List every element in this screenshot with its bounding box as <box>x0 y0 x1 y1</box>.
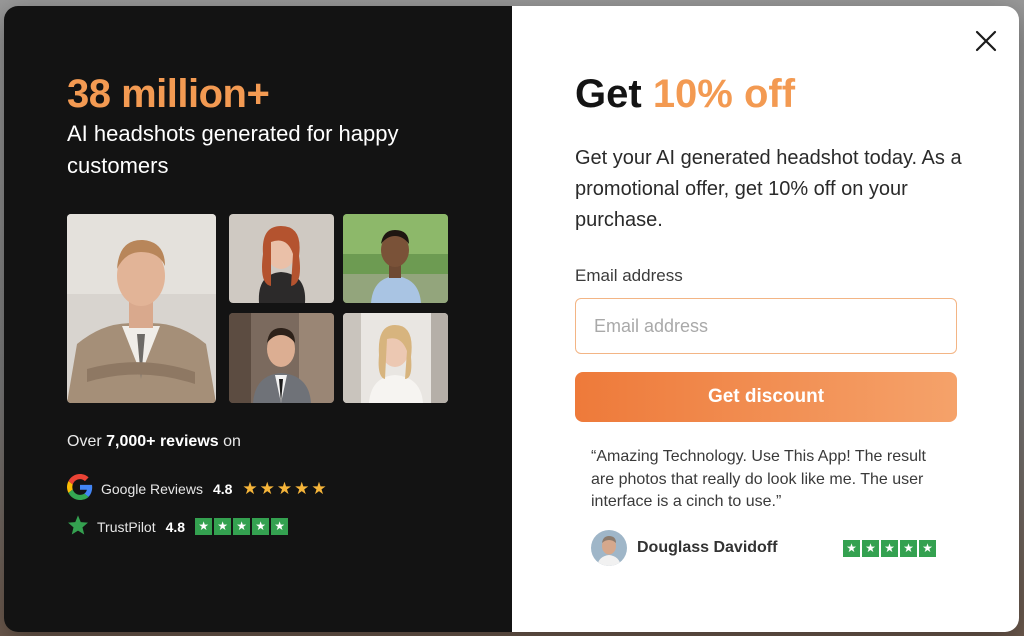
headshot-photo-woman-red-hair <box>229 214 334 303</box>
offer-title-accent: 10% off <box>652 72 796 116</box>
reviews-suffix: on <box>223 433 241 450</box>
google-reviews-label: Google Reviews <box>101 480 203 497</box>
reviews-prefix: Over <box>67 433 102 450</box>
testimonial-star-2: ★ <box>862 540 879 557</box>
stat-headline: 38 million+ <box>67 72 270 116</box>
offer-title: Get 10% off <box>575 72 795 117</box>
close-button[interactable] <box>973 28 999 54</box>
author-name: Douglass Davidoff <box>637 539 778 556</box>
testimonial-author: Douglass Davidoff <box>591 530 777 566</box>
testimonial-quote: “Amazing Technology. Use This App! The r… <box>591 448 926 510</box>
testimonial-star-5: ★ <box>919 540 936 557</box>
google-reviews-score: 4.8 <box>212 480 233 497</box>
testimonial-star-1: ★ <box>843 540 860 557</box>
testimonial-star-3: ★ <box>881 540 898 557</box>
avatar <box>591 530 627 566</box>
trustpilot-star-1: ★ <box>195 518 213 535</box>
close-icon <box>975 30 997 52</box>
discount-modal: 38 million+ AI headshots generated for h… <box>4 6 1019 632</box>
headshot-photo-man-city <box>229 313 334 403</box>
google-star-rating: ★★★★★ <box>242 478 329 498</box>
email-input[interactable] <box>575 298 957 354</box>
headshot-photo-man-park <box>343 214 448 303</box>
trustpilot-star-5: ★ <box>271 518 289 535</box>
email-label: Email address <box>575 266 683 285</box>
headshot-photo-man-beige-suit <box>67 214 216 403</box>
testimonial-star-rating: ★ ★ ★ ★ ★ <box>843 540 936 557</box>
offer-title-prefix: Get <box>575 72 642 116</box>
stat-subheadline: AI headshots generated for happy custome… <box>67 121 399 178</box>
google-logo-icon <box>67 474 93 503</box>
trustpilot-label: TrustPilot <box>97 518 156 535</box>
trustpilot-star-3: ★ <box>233 518 251 535</box>
trustpilot-star-icon <box>67 514 89 539</box>
trustpilot-score: 4.8 <box>165 518 186 535</box>
offer-description: Get your AI generated headshot today. As… <box>575 147 962 231</box>
testimonial-star-4: ★ <box>900 540 917 557</box>
reviews-count: 7,000+ reviews <box>106 433 219 450</box>
trustpilot-star-4: ★ <box>252 518 270 535</box>
discount-form-panel: Get 10% off Get your AI generated headsh… <box>512 6 1019 632</box>
trustpilot-rating: TrustPilot 4.8 ★ ★ ★ ★ ★ <box>67 514 289 539</box>
trustpilot-star-rating: ★ ★ ★ ★ ★ <box>195 518 289 535</box>
trustpilot-star-2: ★ <box>214 518 232 535</box>
social-proof-panel: 38 million+ AI headshots generated for h… <box>4 6 512 632</box>
reviews-summary: Over 7,000+ reviews on <box>67 433 241 451</box>
get-discount-button[interactable]: Get discount <box>575 372 957 422</box>
headshot-photo-woman-blonde <box>343 313 448 403</box>
google-reviews-rating: Google Reviews 4.8 ★★★★★ <box>67 474 329 503</box>
